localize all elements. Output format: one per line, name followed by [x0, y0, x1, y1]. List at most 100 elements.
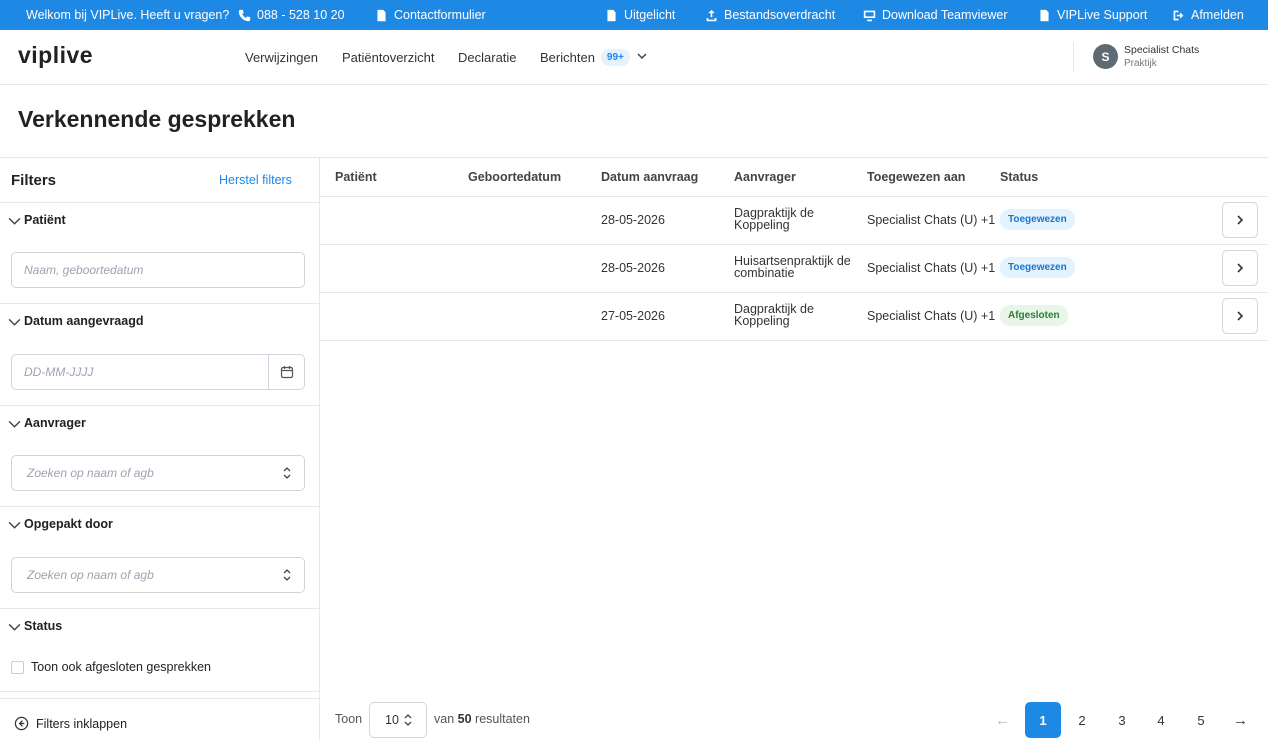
cell-assigned: Specialist Chats (U) +1	[867, 309, 996, 323]
per-page-select[interactable]: 10	[369, 702, 427, 738]
arrow-left-circle-icon	[14, 716, 29, 731]
patient-search-input[interactable]: Naam, geboortedatum	[11, 252, 305, 288]
filter-section-date[interactable]: Datum aangevraagd	[8, 314, 143, 328]
page-3-button[interactable]: 3	[1104, 702, 1140, 738]
cell-assigned: Specialist Chats (U) +1	[867, 261, 996, 275]
open-row-button[interactable]	[1222, 298, 1258, 334]
open-row-button[interactable]	[1222, 250, 1258, 286]
file-transfer-link[interactable]: Bestandsoverdracht	[705, 0, 835, 30]
table-header: Patiënt Geboortedatum Datum aanvraag Aan…	[320, 157, 1268, 197]
chevron-down-icon	[8, 318, 21, 326]
logout-icon	[1173, 10, 1184, 20]
divider	[0, 691, 320, 692]
collapse-filters-button[interactable]: Filters inklappen	[14, 716, 127, 731]
column-patient[interactable]: Patiënt	[335, 170, 377, 184]
table-row[interactable]: 27-05-2026 Dagpraktijk de Koppeling Spec…	[320, 293, 1268, 341]
prev-page-arrow-icon[interactable]: ←	[995, 712, 1010, 729]
filters-title: Filters	[11, 172, 57, 189]
column-birthdate[interactable]: Geboortedatum	[468, 170, 561, 184]
page-1-button[interactable]: 1	[1025, 702, 1061, 738]
support-link[interactable]: VIPLive Support	[1038, 0, 1147, 30]
reset-filters-link[interactable]: Herstel filters	[219, 173, 292, 187]
cell-requester: Dagpraktijk de Koppeling	[734, 206, 814, 232]
viplive-logo[interactable]: viplive	[18, 42, 93, 69]
document-icon	[1040, 9, 1049, 21]
divider	[0, 698, 320, 699]
table-row[interactable]: 28-05-2026 Dagpraktijk de Koppeling Spec…	[320, 197, 1268, 245]
upload-icon	[706, 9, 717, 21]
status-badge: Afgesloten	[1000, 305, 1068, 326]
page-2-button[interactable]: 2	[1064, 702, 1100, 738]
divider	[0, 608, 320, 609]
nav-verwijzingen[interactable]: Verwijzingen	[245, 30, 318, 84]
chevron-right-icon	[1237, 215, 1244, 225]
divider	[0, 506, 320, 507]
column-status[interactable]: Status	[1000, 170, 1038, 184]
user-name[interactable]: Specialist Chats	[1124, 44, 1199, 56]
status-badge: Toegewezen	[1000, 257, 1075, 278]
page-5-button[interactable]: 5	[1183, 702, 1219, 738]
main-header: viplive Verwijzingen Patiëntoverzicht De…	[0, 30, 1268, 85]
picked-up-select[interactable]: Zoeken op naam of agb	[11, 557, 305, 593]
header-divider	[1073, 42, 1074, 72]
select-arrows-icon	[283, 467, 291, 479]
featured-link[interactable]: Uitgelicht	[605, 0, 675, 30]
logout-link[interactable]: Afmelden	[1172, 0, 1244, 30]
document-icon	[607, 9, 616, 21]
nav-berichten[interactable]: Berichten 99+	[540, 30, 648, 84]
messages-count-badge: 99+	[600, 48, 630, 66]
divider	[0, 202, 320, 203]
nav-patientoverzicht[interactable]: Patiëntoverzicht	[342, 30, 435, 84]
filter-section-status[interactable]: Status	[8, 619, 62, 633]
select-arrows-icon	[404, 714, 412, 726]
chevron-right-icon	[1237, 263, 1244, 273]
column-assigned[interactable]: Toegewezen aan	[867, 170, 965, 184]
chevron-down-icon	[8, 420, 21, 428]
cell-requester: Dagpraktijk de Koppeling	[734, 302, 814, 328]
phone-link[interactable]: 088 - 528 10 20	[238, 0, 345, 30]
filters-sidebar: Filters Herstel filters Patiënt Naam, ge…	[0, 157, 320, 741]
cell-request-date: 28-05-2026	[601, 213, 665, 227]
status-badge: Toegewezen	[1000, 209, 1075, 230]
cell-requester: Huisartsenpraktijk de combinatie	[734, 254, 851, 280]
monitor-icon	[863, 10, 876, 21]
contact-form-link[interactable]: Contactformulier	[375, 0, 486, 30]
page-title: Verkennende gesprekken	[18, 106, 296, 132]
user-role: Praktijk	[1124, 58, 1157, 69]
chevron-right-icon	[1237, 311, 1244, 321]
divider	[0, 405, 320, 406]
show-closed-checkbox[interactable]	[11, 660, 24, 674]
filter-section-patient[interactable]: Patiënt	[8, 213, 66, 227]
date-input[interactable]: DD-MM-JJJJ	[11, 354, 305, 390]
welcome-text: Welkom bij VIPLive. Heeft u vragen?	[26, 8, 230, 22]
divider	[0, 303, 320, 304]
chevron-down-icon[interactable]	[636, 50, 648, 65]
results-count: van 50 resultaten	[434, 712, 530, 726]
select-arrows-icon	[283, 569, 291, 581]
open-row-button[interactable]	[1222, 202, 1258, 238]
show-closed-option[interactable]: Toon ook afgesloten gesprekken	[11, 660, 211, 674]
chevron-down-icon	[8, 217, 21, 225]
cell-request-date: 27-05-2026	[601, 309, 665, 323]
chevron-down-icon	[8, 623, 21, 631]
show-label: Toon	[335, 712, 363, 726]
cell-request-date: 28-05-2026	[601, 261, 665, 275]
phone-icon	[238, 9, 251, 21]
cell-assigned: Specialist Chats (U) +1	[867, 213, 996, 227]
column-requester[interactable]: Aanvrager	[734, 170, 796, 184]
table-row[interactable]: 28-05-2026 Huisartsenpraktijk de combina…	[320, 245, 1268, 293]
next-page-arrow-icon[interactable]: →	[1233, 712, 1248, 729]
filter-section-requester[interactable]: Aanvrager	[8, 416, 86, 430]
teamviewer-link[interactable]: Download Teamviewer	[863, 0, 1008, 30]
page-4-button[interactable]: 4	[1143, 702, 1179, 738]
column-request-date[interactable]: Datum aanvraag	[601, 170, 698, 184]
chevron-down-icon	[8, 521, 21, 529]
nav-declaratie[interactable]: Declaratie	[458, 30, 517, 84]
top-info-bar: Welkom bij VIPLive. Heeft u vragen? 088 …	[0, 0, 1268, 30]
filter-section-picked-up[interactable]: Opgepakt door	[8, 517, 113, 531]
avatar[interactable]: S	[1093, 44, 1118, 69]
requester-select[interactable]: Zoeken op naam of agb	[11, 455, 305, 491]
calendar-icon	[280, 366, 293, 379]
calendar-button[interactable]	[268, 355, 304, 389]
document-icon	[377, 9, 386, 21]
